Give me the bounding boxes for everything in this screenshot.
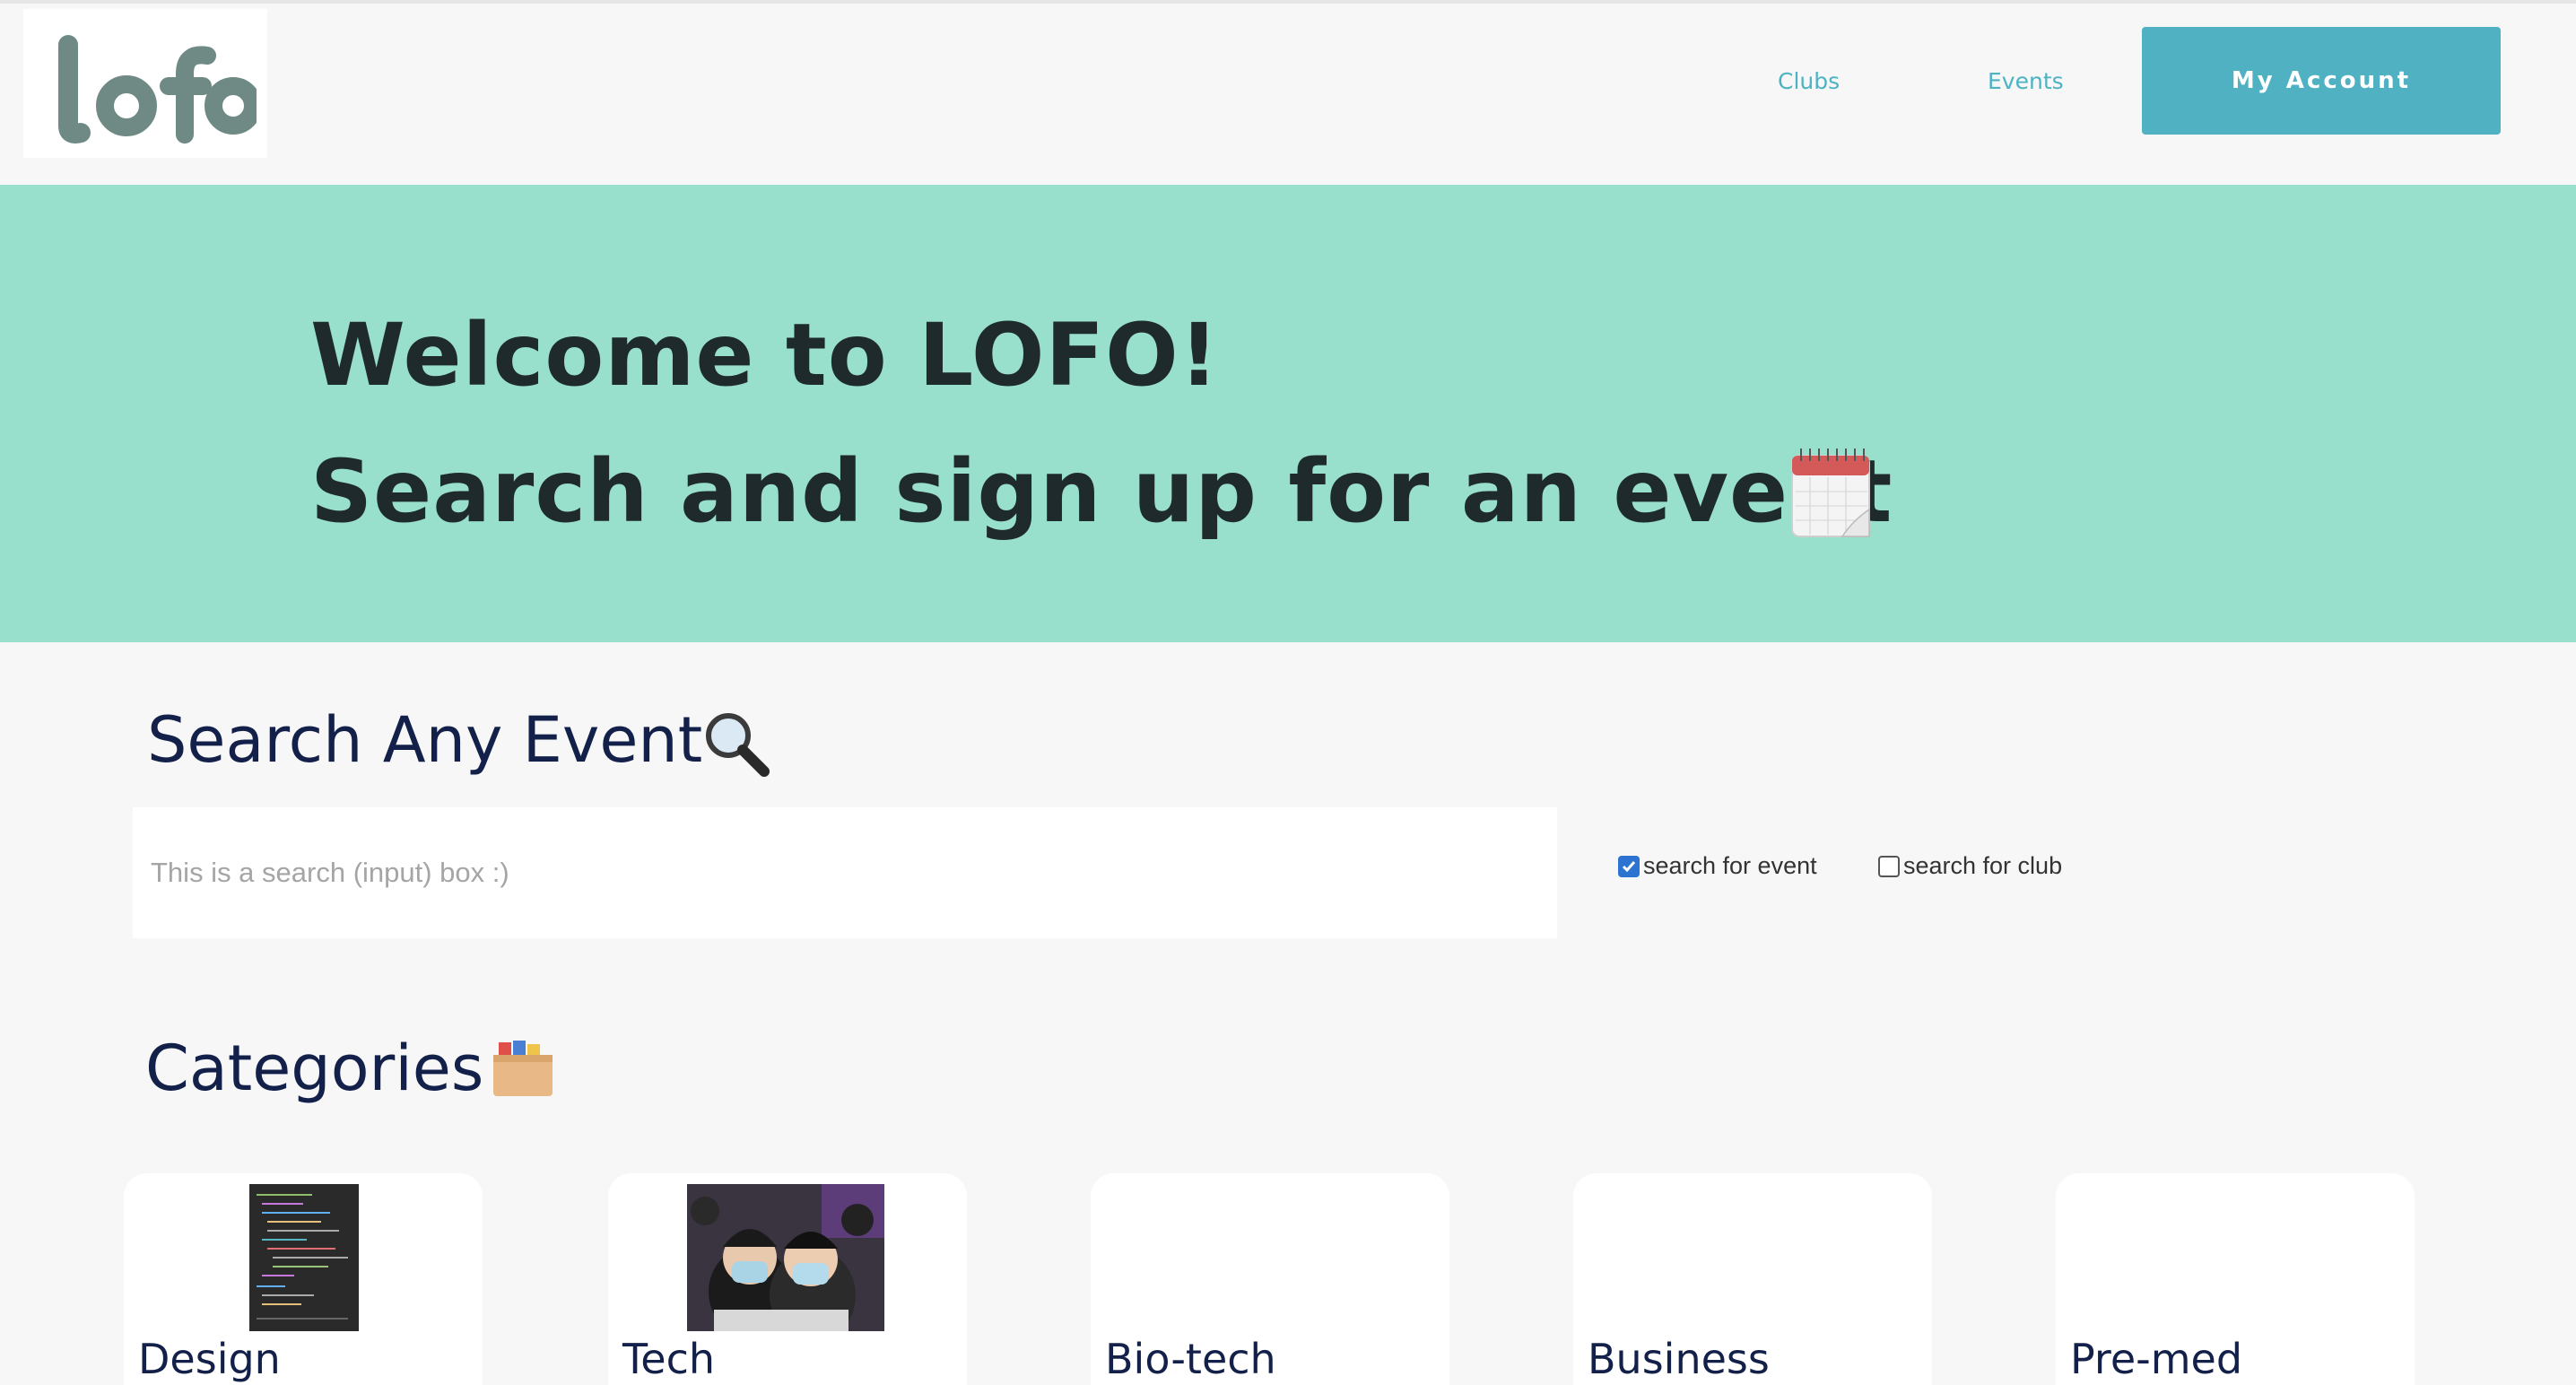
hero-banner: Welcome to LOFO! Search and sign up for … [0,185,2576,642]
category-label-bio-tech: Bio-tech [1105,1335,1276,1383]
hero-subheading: Search and sign up for an event [310,441,1893,542]
magnifying-glass-icon [706,713,770,777]
my-account-button[interactable]: My Account [2142,27,2501,135]
svg-text:lofo: lofo [41,29,43,30]
group-photo-image [687,1184,884,1331]
search-for-club-option[interactable]: search for club [1878,852,2062,880]
category-label-tech: Tech [622,1335,716,1383]
category-card-pre-med[interactable]: Pre-med [2056,1173,2415,1385]
category-card-tech[interactable]: Tech [608,1173,967,1385]
search-section-title: Search Any Event [147,703,703,777]
card-file-box-icon [493,1041,553,1096]
hero-welcome-heading: Welcome to LOFO! [310,305,1220,405]
search-for-event-label: search for event [1643,852,1817,879]
categories-title: Categories [145,1032,484,1105]
category-label-pre-med: Pre-med [2070,1335,2243,1383]
search-for-event-checkbox[interactable] [1618,855,1640,877]
checkmark-icon [1622,860,1636,872]
category-label-design: Design [138,1335,281,1383]
search-for-event-option[interactable]: search for event [1618,852,1817,880]
code-screenshot-image [249,1184,359,1331]
logo[interactable]: lofo [23,9,267,158]
category-card-business[interactable]: Business [1573,1173,1932,1385]
lofo-logo-icon: lofo [41,29,257,144]
search-for-club-checkbox[interactable] [1878,855,1900,877]
category-card-design[interactable]: Design [124,1173,483,1385]
site-header: lofo Clubs Events My Account [0,4,2576,185]
nav-clubs-link[interactable]: Clubs [1778,68,1840,94]
category-label-business: Business [1588,1335,1770,1383]
category-card-bio-tech[interactable]: Bio-tech [1091,1173,1449,1385]
search-for-club-label: search for club [1903,852,2063,879]
search-input[interactable] [133,807,1557,938]
nav-events-link[interactable]: Events [1988,68,2064,94]
calendar-icon [1791,449,1870,537]
